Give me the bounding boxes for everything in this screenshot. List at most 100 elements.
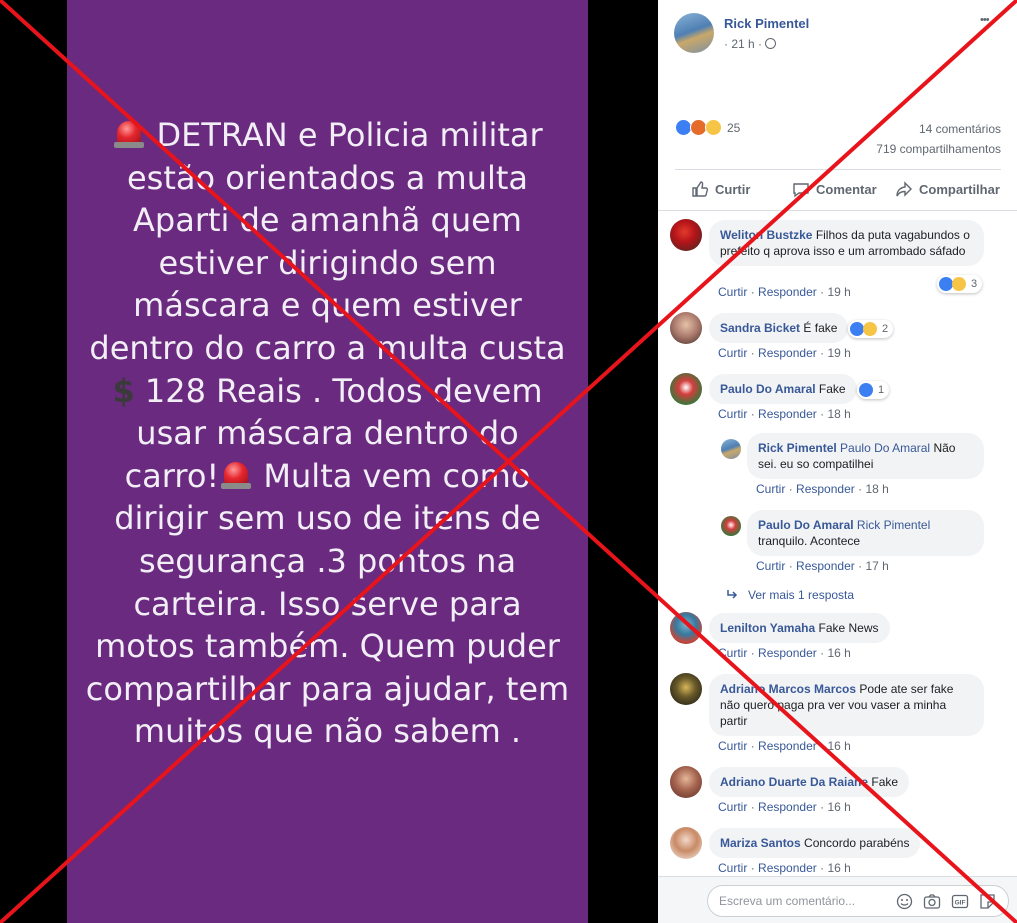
comment-reply-link[interactable]: Responder xyxy=(758,346,817,360)
tagged-name[interactable]: Paulo Do Amaral xyxy=(840,441,930,455)
commenter-avatar[interactable] xyxy=(670,766,702,798)
commenter-avatar[interactable] xyxy=(670,312,702,344)
like-label: Curtir xyxy=(715,181,751,197)
comment-actions: Curtir · Responder · 16 h xyxy=(718,646,851,660)
comment-icon xyxy=(793,183,809,198)
comments-panel: Rick Pimentel · 21 h · ••• 25 14 comentá… xyxy=(658,0,1017,923)
comment-time[interactable]: 16 h xyxy=(827,646,850,660)
comment-actions: Curtir · Responder · 19 h xyxy=(718,285,851,299)
reaction-summary[interactable]: 25 xyxy=(675,119,740,136)
post-line: segurança .3 pontos na xyxy=(138,541,517,580)
comment-time[interactable]: 16 h xyxy=(827,861,850,875)
comment-reply-link[interactable]: Responder xyxy=(758,739,817,753)
comment-reply-link[interactable]: Responder xyxy=(758,646,817,660)
reply-avatar[interactable] xyxy=(721,439,741,459)
share-button[interactable]: Compartilhar xyxy=(895,180,1000,198)
dollar-icon: $ xyxy=(112,371,135,410)
comment-like-link[interactable]: Curtir xyxy=(718,407,747,421)
comment-like-link[interactable]: Curtir xyxy=(718,285,747,299)
post-photo-text: DETRAN e Policia militar estão orientado… xyxy=(67,114,588,753)
commenter-name[interactable]: Mariza Santos xyxy=(720,836,801,850)
replier-name[interactable]: Rick Pimentel xyxy=(758,441,837,455)
comment-reply-link[interactable]: Responder xyxy=(758,285,817,299)
camera-icon[interactable] xyxy=(923,893,941,910)
comment-actions: Curtir · Responder · 16 h xyxy=(718,739,851,753)
more-options-icon[interactable]: ••• xyxy=(980,14,990,26)
commenter-name[interactable]: Paulo Do Amaral xyxy=(720,382,816,396)
reply-reply-link[interactable]: Responder xyxy=(796,482,855,496)
emoji-icon[interactable] xyxy=(896,893,913,910)
comment-label: Comentar xyxy=(816,181,877,197)
commenter-name[interactable]: Adriano Marcos Marcos xyxy=(720,682,856,696)
meta-dot: · xyxy=(758,37,763,51)
comment-reply-link[interactable]: Responder xyxy=(758,800,817,814)
sticker-icon[interactable] xyxy=(979,893,996,910)
reply-time[interactable]: 18 h xyxy=(865,482,888,496)
comment-bubble: Lenilton Yamaha Fake News xyxy=(709,613,890,643)
comment-reply-link[interactable]: Responder xyxy=(758,861,817,875)
comment-button[interactable]: Comentar xyxy=(792,180,877,198)
reply-like-link[interactable]: Curtir xyxy=(756,482,785,496)
divider xyxy=(675,169,1001,170)
commenter-avatar[interactable] xyxy=(670,219,702,251)
comments-count[interactable]: 14 comentários xyxy=(919,122,1001,136)
comment-reactions[interactable]: 1 xyxy=(857,381,890,399)
author-avatar[interactable] xyxy=(674,13,714,53)
commenter-name[interactable]: Weliton Bustzke xyxy=(720,228,812,242)
comment-bubble: Adriano Marcos Marcos Pode ate ser fake … xyxy=(709,674,984,736)
share-icon xyxy=(896,181,912,197)
comment-time[interactable]: 16 h xyxy=(827,800,850,814)
comment-like-link[interactable]: Curtir xyxy=(718,739,747,753)
comment-reply-link[interactable]: Responder xyxy=(758,407,817,421)
post-line: muitos que não sabem . xyxy=(133,712,522,751)
commenter-avatar[interactable] xyxy=(670,827,702,859)
like-reaction-icon xyxy=(859,383,873,397)
comment-time[interactable]: 18 h xyxy=(827,407,850,421)
post-line: compartilhar para ajudar, tem xyxy=(85,669,570,708)
comment-time[interactable]: 19 h xyxy=(827,285,850,299)
comment-reactions[interactable]: 3 xyxy=(937,275,983,293)
reply-time[interactable]: 17 h xyxy=(865,559,888,573)
reply-text: tranquilo. Acontece xyxy=(758,534,861,548)
shares-count[interactable]: 719 compartilhamentos xyxy=(876,142,1001,156)
reply-arrow-icon xyxy=(727,590,738,599)
comment-text: É fake xyxy=(803,321,838,335)
divider xyxy=(658,210,1017,211)
commenter-name[interactable]: Lenilton Yamaha xyxy=(720,621,815,635)
tagged-name[interactable]: Rick Pimentel xyxy=(857,518,930,532)
commenter-name[interactable]: Adriano Duarte Da Raiane xyxy=(720,775,868,789)
meta-dot: · xyxy=(724,37,728,51)
comment-like-link[interactable]: Curtir xyxy=(718,346,747,360)
comment-reactions[interactable]: 2 xyxy=(848,320,894,338)
commenter-avatar[interactable] xyxy=(670,673,702,705)
view-more-replies[interactable]: Ver mais 1 resposta xyxy=(726,588,854,602)
reply-reply-link[interactable]: Responder xyxy=(796,559,855,573)
reaction-count: 3 xyxy=(971,278,978,290)
comment-like-link[interactable]: Curtir xyxy=(718,861,747,875)
post-time[interactable]: 21 h xyxy=(731,37,754,51)
comment-like-link[interactable]: Curtir xyxy=(718,646,747,660)
reaction-count: 2 xyxy=(882,323,889,335)
reaction-count: 25 xyxy=(727,120,741,135)
siren-icon xyxy=(112,119,146,149)
commenter-avatar[interactable] xyxy=(670,612,702,644)
post-line: dentro do carro a multa custa xyxy=(89,328,566,367)
comment-input-placeholder: Escreva um comentário... xyxy=(719,894,856,908)
commenter-name[interactable]: Sandra Bicket xyxy=(720,321,800,335)
like-button[interactable]: Curtir xyxy=(691,180,750,198)
comment-bubble: Sandra Bicket É fake xyxy=(709,313,849,343)
gif-icon[interactable]: GIF xyxy=(951,893,969,910)
reply-avatar[interactable] xyxy=(721,516,741,536)
comment-like-link[interactable]: Curtir xyxy=(718,800,747,814)
post-line: carteira. Isso serve para xyxy=(133,584,522,623)
comment-text: Fake xyxy=(871,775,899,789)
commenter-avatar[interactable] xyxy=(670,373,702,405)
comment-time[interactable]: 16 h xyxy=(827,739,850,753)
comment-time[interactable]: 19 h xyxy=(827,346,850,360)
post-line: estão orientados a multa xyxy=(126,158,529,197)
author-name[interactable]: Rick Pimentel xyxy=(724,16,809,31)
reply-like-link[interactable]: Curtir xyxy=(756,559,785,573)
comment-input[interactable]: Escreva um comentário... GIF xyxy=(707,885,1009,917)
replier-name[interactable]: Paulo Do Amaral xyxy=(758,518,854,532)
comment-bubble: Paulo Do Amaral Fake xyxy=(709,374,857,404)
